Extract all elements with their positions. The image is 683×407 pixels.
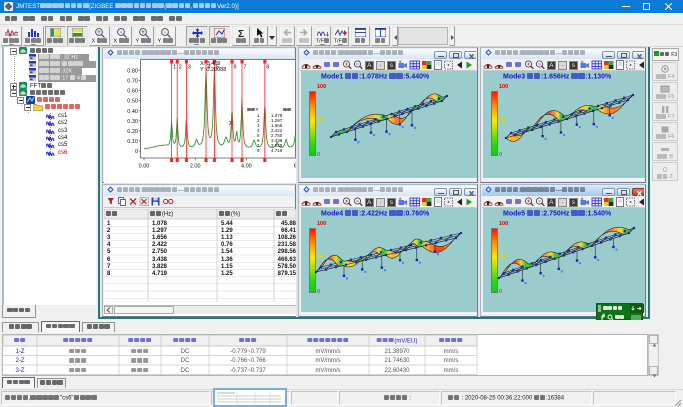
svg-text:0.00: 0.00 [139,164,150,170]
svg-text:0: 0 [135,149,138,155]
svg-text:0.70: 0.70 [127,79,138,85]
svg-text:2.00: 2.00 [190,164,201,170]
svg-text:Y: 0.28088: Y: 0.28088 [200,67,226,73]
svg-text:0.80: 0.80 [127,69,138,75]
svg-text:7: 7 [244,65,247,71]
svg-text:8: 8 [266,65,269,71]
svg-text:0.50: 0.50 [127,99,138,105]
svg-text:+: + [141,30,145,36]
svg-text:0.20: 0.20 [127,129,138,135]
svg-text:0.10: 0.10 [127,139,138,145]
svg-text:Σ: Σ [238,29,244,38]
svg-text:4.00: 4.00 [241,164,252,170]
svg-text:0.40: 0.40 [127,109,138,115]
svg-text:6.0: 6.0 [294,164,296,170]
svg-text:6: 6 [234,65,237,71]
svg-text:-: - [164,30,166,36]
svg-text:+: + [97,30,101,36]
svg-text:0.30: 0.30 [127,119,138,125]
svg-text:-: - [120,30,122,36]
svg-text:0.60: 0.60 [127,89,138,95]
svg-text:2: 2 [179,65,182,71]
svg-text:0: 0 [663,167,667,174]
svg-text:1: 1 [173,65,176,71]
svg-text:3: 3 [188,65,191,71]
